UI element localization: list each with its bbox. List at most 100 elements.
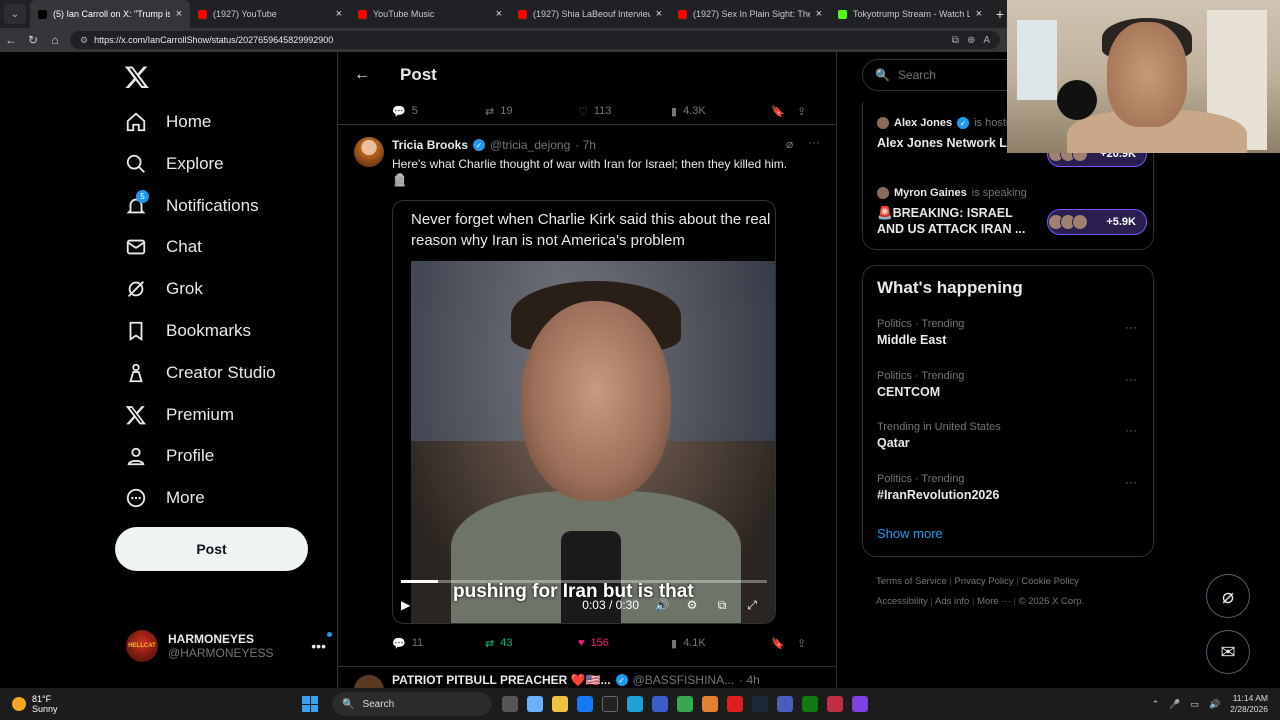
install-app-icon[interactable]: ⧉: [952, 35, 959, 46]
edge-icon[interactable]: [627, 696, 643, 712]
author-name[interactable]: PATRIOT PITBULL PREACHER ❤️🇺🇸...: [392, 673, 611, 687]
back-arrow-icon[interactable]: ←: [354, 66, 370, 84]
grok-fab-button[interactable]: ⌀: [1206, 574, 1250, 618]
tweet[interactable]: Tricia Brooks ✓ @tricia_dejong · 7h ⌀ ··…: [338, 124, 836, 666]
back-icon[interactable]: ←: [0, 33, 22, 47]
reply-button[interactable]: 💬 5: [392, 105, 485, 118]
compose-post-button[interactable]: Post: [115, 527, 308, 571]
x-logo-icon[interactable]: [124, 64, 150, 90]
video-frame[interactable]: [411, 261, 775, 623]
obs-icon[interactable]: [852, 696, 868, 712]
read-aloud-icon[interactable]: A: [983, 35, 990, 46]
account-switcher[interactable]: HELLCAT HARMONEYES @HARMONEYESS •••: [126, 630, 332, 662]
footer-link[interactable]: Terms of Service: [876, 576, 947, 587]
close-tab-icon[interactable]: ×: [656, 8, 662, 20]
file-explorer-icon[interactable]: [552, 696, 568, 712]
like-button[interactable]: ♡ 113: [578, 105, 671, 118]
more-options-icon[interactable]: ···: [1125, 423, 1137, 437]
author-handle[interactable]: @BASSFISHINA...: [633, 673, 735, 687]
nav-item-bookmarks[interactable]: Bookmarks: [124, 316, 251, 346]
avatar[interactable]: [354, 675, 384, 688]
share-button[interactable]: ⇪: [797, 105, 806, 118]
xbox-icon[interactable]: [802, 696, 818, 712]
nav-item-creator-studio[interactable]: Creator Studio: [124, 358, 276, 388]
nav-item-premium[interactable]: Premium: [124, 400, 234, 430]
video-player[interactable]: Never forget when Charlie Kirk said this…: [392, 200, 776, 624]
repost-button[interactable]: ⇄ 43: [485, 637, 578, 650]
site-info-icon[interactable]: ⚙: [80, 35, 88, 46]
tweet-time[interactable]: · 7h: [575, 138, 596, 152]
calculator-icon[interactable]: [652, 696, 668, 712]
nav-item-profile[interactable]: Profile: [124, 441, 214, 471]
nav-item-chat[interactable]: Chat: [124, 232, 202, 262]
close-tab-icon[interactable]: ×: [496, 8, 502, 20]
pip-icon[interactable]: ⧉: [707, 598, 737, 613]
close-tab-icon[interactable]: ×: [816, 8, 822, 20]
video-progress-bar[interactable]: [401, 580, 767, 583]
avatar[interactable]: [354, 137, 384, 167]
share-button[interactable]: ⇪: [797, 637, 806, 650]
start-menu-icon[interactable]: [302, 696, 318, 712]
volume-icon[interactable]: 🔊: [1209, 699, 1220, 710]
browser-tab[interactable]: (1927) Sex In Plain Sight: The Figu ×: [670, 0, 830, 28]
close-tab-icon[interactable]: ×: [336, 8, 342, 20]
footer-link[interactable]: © 2026 X Corp.: [1019, 596, 1085, 607]
show-more-link[interactable]: Show more: [877, 526, 943, 541]
app-icon[interactable]: [827, 696, 843, 712]
trend-item[interactable]: Politics · Trending Middle East ···: [877, 318, 1143, 347]
reply-button[interactable]: 💬 11: [392, 637, 485, 650]
amazon-icon[interactable]: [602, 696, 618, 712]
close-tab-icon[interactable]: ×: [176, 8, 182, 20]
grok-icon[interactable]: ⌀: [786, 137, 793, 151]
facebook-icon[interactable]: [577, 696, 593, 712]
taskbar-search[interactable]: 🔍 Search: [332, 692, 492, 716]
footer-link[interactable]: Ads info: [935, 596, 969, 607]
trend-item[interactable]: Trending in United States Qatar ···: [877, 421, 1143, 450]
footer-link[interactable]: Privacy Policy: [955, 576, 1014, 587]
vlc-icon[interactable]: [702, 696, 718, 712]
like-button[interactable]: ♥ 156: [578, 637, 671, 649]
clock[interactable]: 11:14 AM 2/28/2026: [1230, 693, 1268, 715]
author-handle[interactable]: @tricia_dejong: [490, 138, 570, 152]
nav-item-notifications[interactable]: 5 Notifications: [124, 189, 259, 221]
weather-widget[interactable]: 81°F Sunny: [12, 694, 302, 714]
app-icon[interactable]: [777, 696, 793, 712]
chrome-icon[interactable]: [677, 696, 693, 712]
close-tab-icon[interactable]: ×: [976, 8, 982, 20]
play-icon[interactable]: ▶: [401, 598, 421, 612]
browser-tab[interactable]: (5) Ian Carroll on X: "Trump is Israe ×: [30, 0, 190, 28]
space-listeners-pill[interactable]: +5.9K: [1047, 209, 1147, 235]
browser-tab[interactable]: YouTube Music ×: [350, 0, 510, 28]
task-view-icon[interactable]: [502, 696, 518, 712]
reload-icon[interactable]: ↻: [22, 33, 44, 47]
youtube-icon[interactable]: [727, 696, 743, 712]
tweet[interactable]: PATRIOT PITBULL PREACHER ❤️🇺🇸... ✓ @BASS…: [338, 666, 836, 688]
url-omnibox[interactable]: ⚙ https://x.com/IanCarrollShow/status/20…: [70, 31, 1000, 49]
more-options-icon[interactable]: ···: [1125, 475, 1137, 489]
home-icon[interactable]: ⌂: [44, 33, 66, 47]
copilot-icon[interactable]: [527, 696, 543, 712]
bookmark-button[interactable]: 🔖: [771, 105, 797, 118]
trend-item[interactable]: Politics · Trending #IranRevolution2026 …: [877, 473, 1143, 502]
settings-icon[interactable]: ⚙: [677, 598, 707, 612]
nav-item-grok[interactable]: Grok: [124, 274, 203, 304]
footer-link[interactable]: Cookie Policy: [1021, 576, 1079, 587]
browser-tab[interactable]: Tokyotrump Stream - Watch Live ×: [830, 0, 990, 28]
chevron-up-icon[interactable]: ⌃: [1152, 699, 1160, 710]
messages-fab-button[interactable]: ✉: [1206, 630, 1250, 674]
more-options-icon[interactable]: ···: [1125, 320, 1137, 334]
footer-link[interactable]: Accessibility: [876, 596, 928, 607]
views-button[interactable]: ▮ 4.3K: [671, 105, 771, 118]
author-name[interactable]: Tricia Brooks: [392, 138, 468, 152]
bookmark-button[interactable]: 🔖: [771, 637, 797, 650]
trend-item[interactable]: Politics · Trending CENTCOM ···: [877, 370, 1143, 399]
browser-tab[interactable]: (1927) Shia LaBeouf Interview - Yo ×: [510, 0, 670, 28]
views-button[interactable]: ▮ 4.1K: [671, 637, 771, 650]
nav-item-more[interactable]: More: [124, 483, 205, 513]
nav-item-home[interactable]: Home: [124, 107, 211, 137]
fullscreen-icon[interactable]: ⤢: [737, 598, 767, 613]
mic-icon[interactable]: 🎤: [1169, 699, 1180, 710]
space-item[interactable]: Myron Gaines is speaking 🚨BREAKING: ISRAE…: [877, 187, 1147, 237]
account-more-icon[interactable]: •••: [311, 632, 332, 654]
network-icon[interactable]: ▭: [1190, 699, 1199, 710]
